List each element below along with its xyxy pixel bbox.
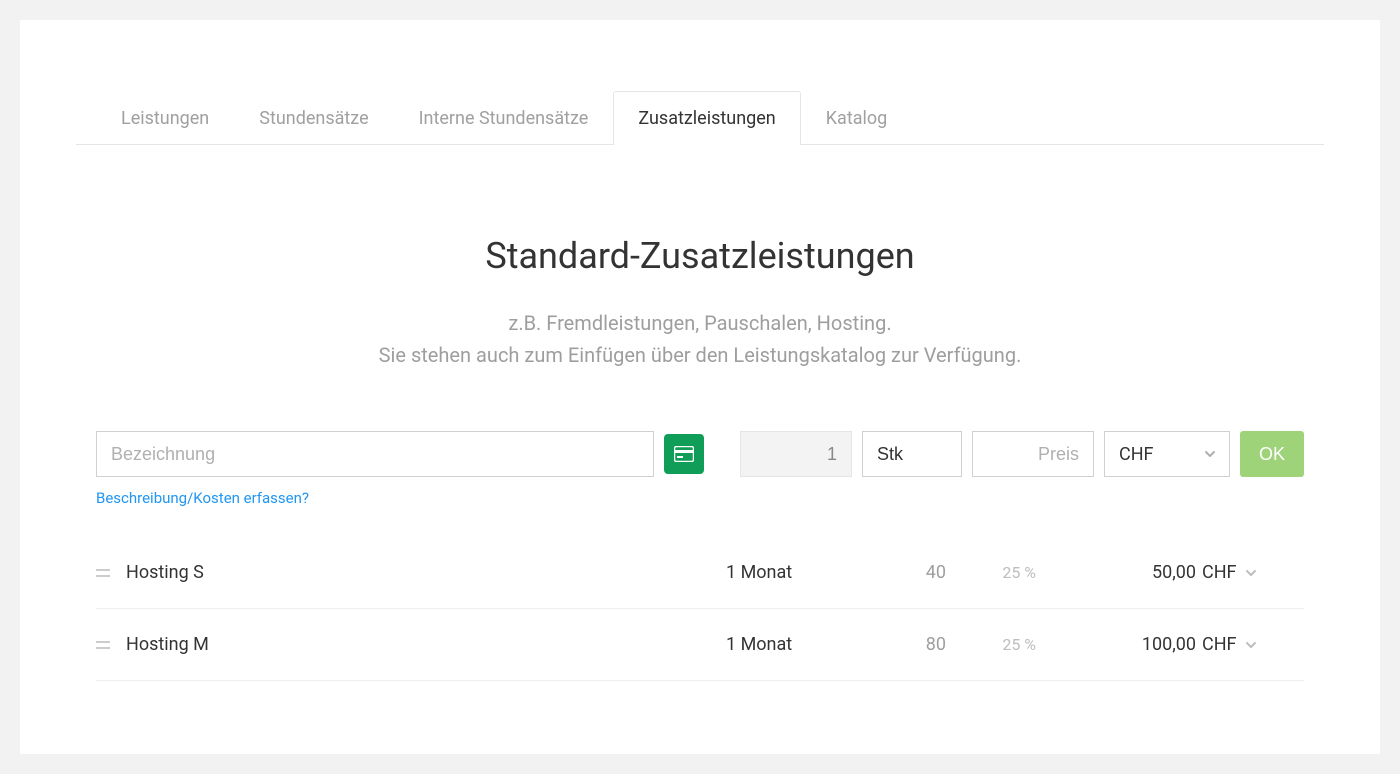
tab-interne-stundensaetze[interactable]: Interne Stundensätze <box>394 91 614 145</box>
currency-value: CHF <box>1119 444 1154 465</box>
page-subtitle-1: z.B. Fremdleistungen, Pauschalen, Hostin… <box>80 307 1320 339</box>
page-subtitle-2: Sie stehen auch zum Einfügen über den Le… <box>80 339 1320 371</box>
card-button[interactable] <box>664 434 704 474</box>
item-price: 50,00 <box>1036 562 1196 583</box>
item-currency: CHF <box>1196 562 1244 583</box>
list-item: Hosting M 1 Monat 80 25 % 100,00 CHF <box>96 609 1304 681</box>
price-input[interactable] <box>972 431 1094 477</box>
list-item: Hosting S 1 Monat 40 25 % 50,00 CHF <box>96 537 1304 609</box>
item-quantity: 1 Monat <box>726 634 856 655</box>
chevron-down-icon <box>1203 447 1217 461</box>
chevron-down-icon <box>1244 638 1258 652</box>
item-price: 100,00 <box>1036 634 1196 655</box>
tab-katalog[interactable]: Katalog <box>801 91 913 145</box>
row-menu[interactable] <box>1244 638 1304 652</box>
item-name: Hosting M <box>126 634 726 655</box>
item-name: Hosting S <box>126 562 726 583</box>
unit-input[interactable] <box>862 431 962 477</box>
item-percent: 25 % <box>946 635 1036 654</box>
name-input[interactable] <box>96 431 654 477</box>
item-cost: 40 <box>856 562 946 583</box>
item-currency: CHF <box>1196 634 1244 655</box>
drag-handle-icon[interactable] <box>96 568 126 578</box>
items-list: Hosting S 1 Monat 40 25 % 50,00 CHF Host… <box>20 507 1380 681</box>
item-quantity: 1 Monat <box>726 562 856 583</box>
description-link[interactable]: Beschreibung/Kosten erfassen? <box>20 477 1380 507</box>
tab-stundensaetze[interactable]: Stundensätze <box>234 91 393 145</box>
credit-card-icon <box>674 446 694 462</box>
hero: Standard-Zusatzleistungen z.B. Fremdleis… <box>20 145 1380 431</box>
tabs: Leistungen Stundensätze Interne Stundens… <box>76 20 1324 145</box>
chevron-down-icon <box>1244 566 1258 580</box>
item-cost: 80 <box>856 634 946 655</box>
add-item-form: CHF OK <box>20 431 1380 477</box>
tab-zusatzleistungen[interactable]: Zusatzleistungen <box>613 91 800 145</box>
row-menu[interactable] <box>1244 566 1304 580</box>
item-percent: 25 % <box>946 563 1036 582</box>
main-card: Leistungen Stundensätze Interne Stundens… <box>20 20 1380 754</box>
drag-handle-icon[interactable] <box>96 640 126 650</box>
quantity-input[interactable] <box>740 431 852 477</box>
tab-leistungen[interactable]: Leistungen <box>96 91 234 145</box>
page-title: Standard-Zusatzleistungen <box>80 235 1320 277</box>
ok-button[interactable]: OK <box>1240 431 1304 477</box>
currency-select[interactable]: CHF <box>1104 431 1230 477</box>
